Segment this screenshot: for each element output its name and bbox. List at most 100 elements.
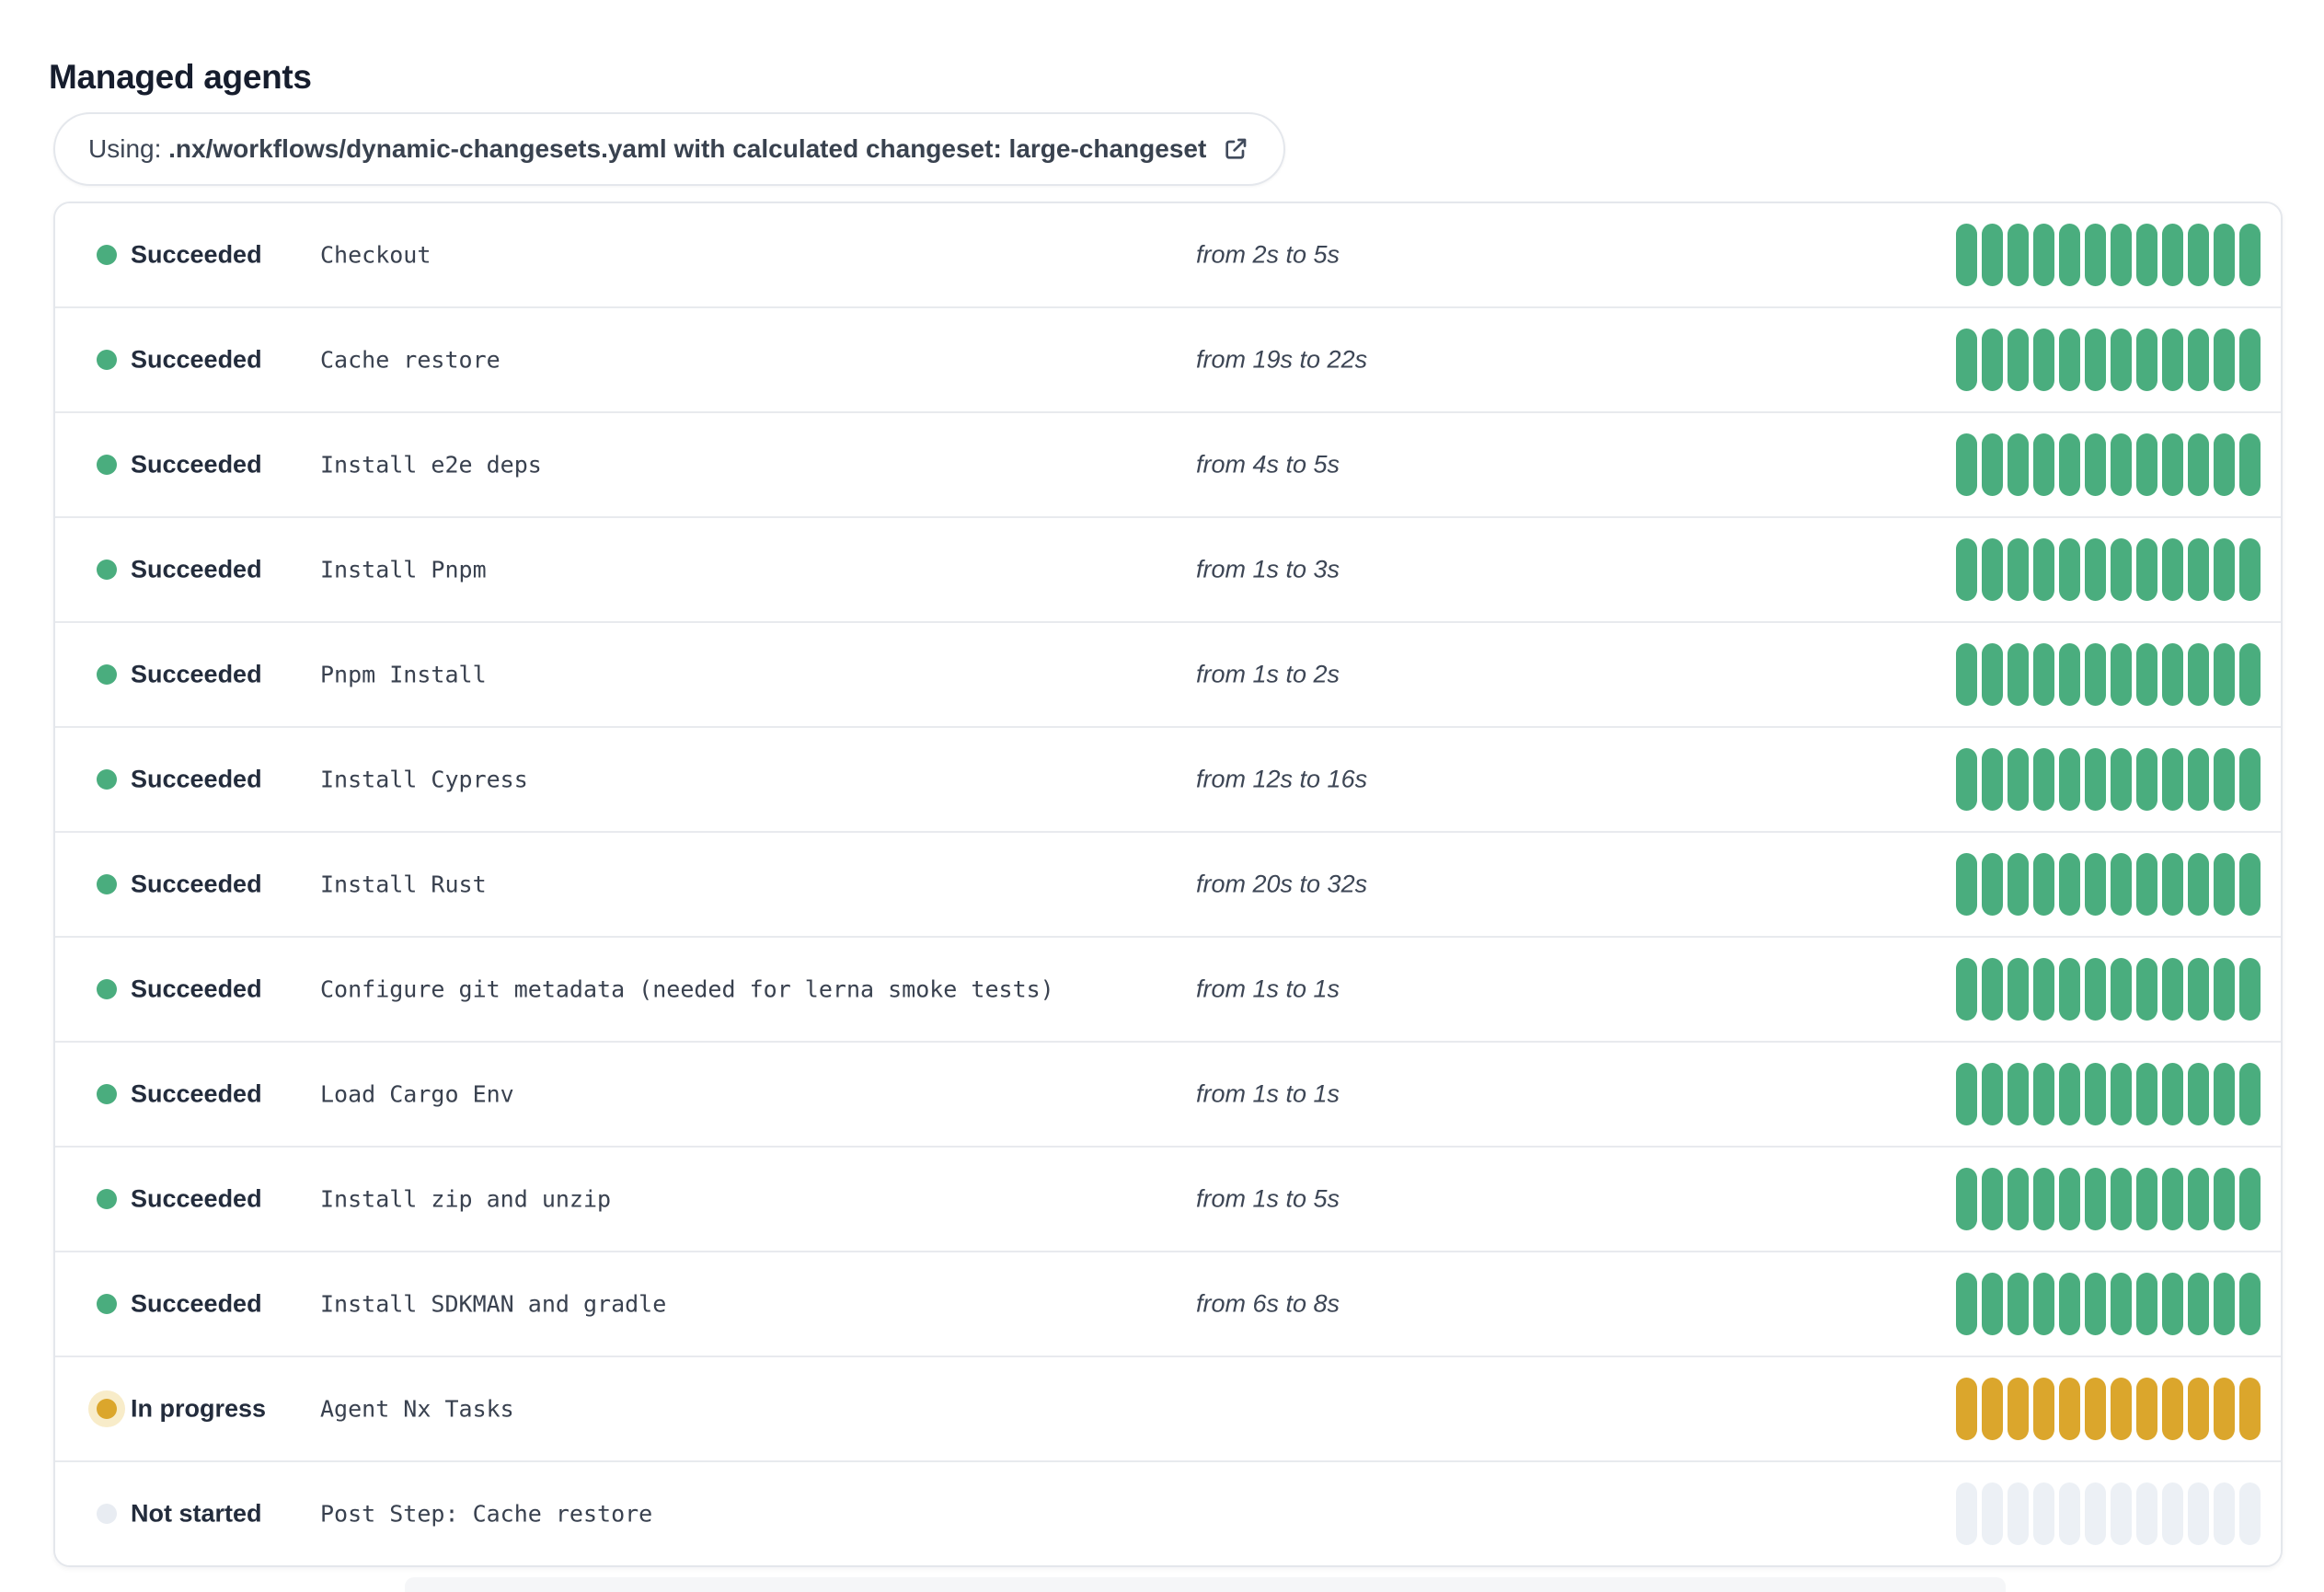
step-name: Install SDKMAN and gradle (320, 1290, 667, 1318)
progress-segment (2111, 329, 2132, 391)
agent-row[interactable]: Succeeded Cache restore from 19s to 22s (55, 306, 2281, 411)
progress-segment (2136, 1378, 2157, 1440)
progress-segment (2162, 958, 2183, 1021)
progress-segment (2136, 748, 2157, 811)
agent-row[interactable]: In progress Agent Nx Tasks (55, 1356, 2281, 1460)
duration-estimate: from 19s to 22s (1196, 345, 1368, 374)
progress-segments (1956, 433, 2261, 496)
progress-segment (2214, 748, 2235, 811)
progress-segment (2188, 748, 2209, 811)
status-label: Succeeded (131, 765, 262, 793)
progress-segment (2136, 1168, 2157, 1230)
progress-segment (2162, 538, 2183, 601)
progress-segment (2033, 433, 2054, 496)
step-name: Install zip and unzip (320, 1185, 612, 1213)
duration-estimate: from 6s to 8s (1196, 1289, 1340, 1318)
progress-segment (2033, 643, 2054, 706)
progress-segment (1956, 748, 1977, 811)
progress-segment (2085, 1482, 2106, 1545)
workflow-banner[interactable]: Using: .nx/workflows/dynamic-changesets.… (53, 112, 1286, 186)
progress-segments (1956, 1168, 2261, 1230)
progress-segment (1956, 958, 1977, 1021)
progress-segment (2008, 1063, 2029, 1125)
status-label: Not started (131, 1499, 262, 1528)
progress-segment (2162, 853, 2183, 916)
progress-segment (2085, 433, 2106, 496)
progress-segment (2162, 1168, 2183, 1230)
external-link-icon[interactable] (1221, 134, 1250, 164)
agent-row[interactable]: Succeeded Pnpm Install from 1s to 2s (55, 621, 2281, 726)
progress-segment (2162, 329, 2183, 391)
progress-segment (2085, 1378, 2106, 1440)
status-label: Succeeded (131, 240, 262, 269)
duration-estimate: from 1s to 3s (1196, 555, 1340, 583)
agent-row[interactable]: Succeeded Install SDKMAN and gradle from 6… (55, 1251, 2281, 1356)
progress-segment (2214, 1378, 2235, 1440)
progress-segment (2188, 1063, 2209, 1125)
progress-segment (2162, 433, 2183, 496)
step-name: Load Cargo Env (320, 1080, 514, 1108)
agent-row[interactable]: Succeeded Install e2e deps from 4s to 5s (55, 411, 2281, 516)
progress-segment (1956, 1273, 1977, 1335)
progress-segment (1982, 329, 2003, 391)
progress-segment (2008, 748, 2029, 811)
progress-segment (2214, 538, 2235, 601)
progress-segment (2008, 958, 2029, 1021)
progress-segment (2188, 958, 2209, 1021)
agent-row[interactable]: Succeeded Load Cargo Env from 1s to 1s (55, 1041, 2281, 1146)
progress-segment (2162, 1378, 2183, 1440)
status-dot (97, 979, 117, 999)
progress-segment (2085, 958, 2106, 1021)
progress-segments (1956, 224, 2261, 286)
progress-segment (1956, 1482, 1977, 1545)
progress-segment (1956, 853, 1977, 916)
agent-row[interactable]: Succeeded Install Pnpm from 1s to 3s (55, 516, 2281, 621)
progress-segment (2033, 1482, 2054, 1545)
progress-segment (1956, 538, 1977, 601)
status-dot (97, 874, 117, 894)
step-name: Install Cypress (320, 766, 528, 793)
progress-segment (2085, 853, 2106, 916)
progress-segment (2188, 538, 2209, 601)
agent-row[interactable]: Succeeded Install Rust from 20s to 32s (55, 831, 2281, 936)
progress-segment (1956, 1378, 1977, 1440)
progress-segment (2162, 224, 2183, 286)
step-name: Install Rust (320, 871, 487, 898)
duration-estimate: from 1s to 1s (1196, 975, 1340, 1003)
status-label: Succeeded (131, 870, 262, 898)
progress-segment (2111, 853, 2132, 916)
progress-segment (2188, 329, 2209, 391)
next-section-peek (405, 1577, 2006, 1592)
progress-segment (2239, 1063, 2261, 1125)
duration-estimate: from 12s to 16s (1196, 765, 1368, 793)
duration-estimate: from 1s to 1s (1196, 1079, 1340, 1108)
progress-segment (2033, 853, 2054, 916)
status-dot (97, 1294, 117, 1314)
progress-segment (2059, 958, 2080, 1021)
progress-segment (2188, 1273, 2209, 1335)
status-dot (97, 1399, 117, 1419)
progress-segment (2111, 538, 2132, 601)
agent-row[interactable]: Not started Post Step: Cache restore (55, 1460, 2281, 1565)
progress-segment (1982, 748, 2003, 811)
progress-segment (2239, 433, 2261, 496)
duration-estimate: from 1s to 2s (1196, 660, 1340, 688)
progress-segment (2162, 1482, 2183, 1545)
progress-segment (1956, 643, 1977, 706)
progress-segment (1956, 1168, 1977, 1230)
progress-segment (2188, 433, 2209, 496)
progress-segment (2008, 1273, 2029, 1335)
progress-segment (2033, 538, 2054, 601)
progress-segment (2059, 853, 2080, 916)
status-label: In progress (131, 1394, 267, 1423)
progress-segment (2136, 1273, 2157, 1335)
agent-row[interactable]: Succeeded Install zip and unzip from 1s to… (55, 1146, 2281, 1251)
status-label: Succeeded (131, 450, 262, 479)
step-name: Cache restore (320, 346, 500, 374)
progress-segment (2214, 1273, 2235, 1335)
progress-segment (2162, 643, 2183, 706)
progress-segment (2059, 1063, 2080, 1125)
agent-row[interactable]: Succeeded Configure git metadata (needed … (55, 936, 2281, 1041)
agent-row[interactable]: Succeeded Checkout from 2s to 5s (55, 203, 2281, 306)
agent-row[interactable]: Succeeded Install Cypress from 12s to 16s (55, 726, 2281, 831)
